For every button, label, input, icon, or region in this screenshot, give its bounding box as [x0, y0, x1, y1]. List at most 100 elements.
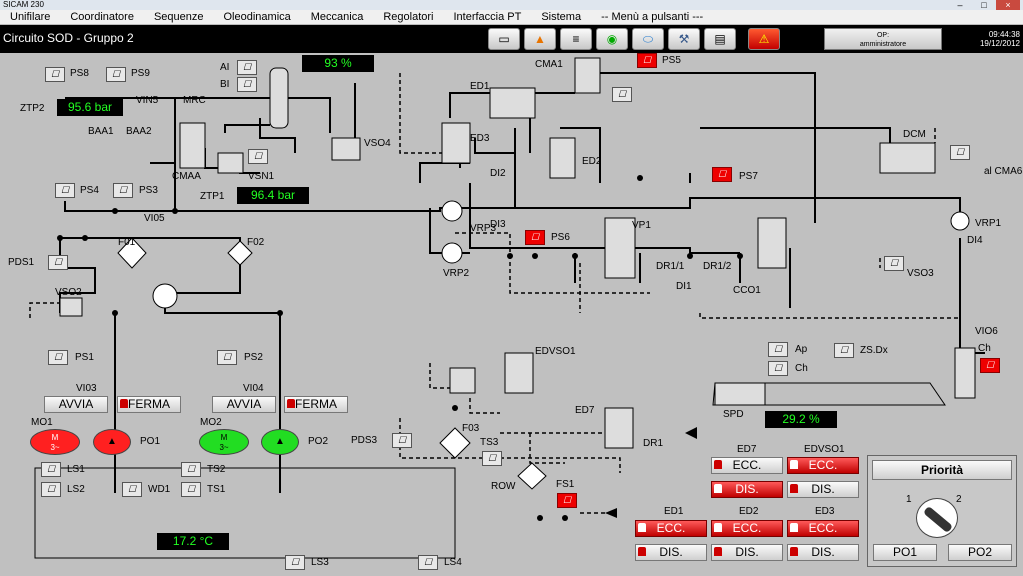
edvso1-diagram-label: EDVSO1	[535, 346, 576, 357]
cco1-label: CCO1	[733, 285, 761, 296]
maximize-icon[interactable]: □	[972, 0, 996, 10]
menu-coordinatore[interactable]: Coordinatore	[60, 10, 144, 24]
ps7-switch-icon[interactable]: ☐	[712, 167, 732, 182]
ls1-label: LS1	[67, 464, 85, 475]
vsn1-switch-icon[interactable]: ☐	[248, 149, 268, 164]
ed1-dis-button[interactable]: DIS.	[635, 544, 707, 561]
ps6-switch-icon[interactable]: ☐	[525, 230, 545, 245]
menu-sistema[interactable]: Sistema	[531, 10, 591, 24]
zs-dx-switch-icon[interactable]: ☐	[834, 343, 854, 358]
vso3-switch-icon[interactable]: ☐	[884, 256, 904, 271]
ed7-dis-button[interactable]: DIS.	[711, 481, 783, 498]
ed3-ecc-label: ECC.	[808, 521, 838, 535]
mo2-start-button[interactable]: AVVIA	[212, 396, 276, 413]
priority-po2-button[interactable]: PO2	[948, 544, 1012, 561]
report-icon[interactable]: ≡	[560, 28, 592, 50]
edvso1-ecc-button[interactable]: ECC.	[787, 457, 859, 474]
dr1-2-label: DR1/2	[703, 261, 732, 272]
menu-interfaccia-pt[interactable]: Interfaccia PT	[443, 10, 531, 24]
priority-po1-button[interactable]: PO1	[873, 544, 937, 561]
printer-icon[interactable]: ▭	[488, 28, 520, 50]
ts3-switch-icon[interactable]: ☐	[482, 451, 502, 466]
ps9-switch-icon[interactable]: ☐	[106, 67, 126, 82]
header-bar: Circuito SOD - Gruppo 2 ▭ ▲ ≡ ◉ ⬭ ⚒ ▤ ⚠ …	[0, 25, 1023, 53]
cma1-switch-icon[interactable]: ☐	[612, 87, 632, 102]
priority-title: Priorità	[872, 460, 1012, 480]
ps8-switch-icon[interactable]: ☐	[45, 67, 65, 82]
bi-switch-icon[interactable]: ☐	[237, 77, 257, 92]
mo2-3: 3~	[219, 443, 229, 452]
lock-icon	[714, 460, 722, 469]
ed3-ecc-button[interactable]: ECC.	[787, 520, 859, 537]
operator-label: OP:	[876, 32, 890, 39]
ls4-switch-icon[interactable]: ☐	[418, 555, 438, 570]
print-icon[interactable]: ▤	[704, 28, 736, 50]
ps1-switch-icon[interactable]: ☐	[48, 350, 68, 365]
mo1-stop-button[interactable]: FERMA	[117, 396, 181, 413]
ts2-switch-icon[interactable]: ☐	[181, 462, 201, 477]
ps1-label: PS1	[75, 352, 94, 363]
menu-regolatori[interactable]: Regolatori	[373, 10, 443, 24]
menu-oleodinamica[interactable]: Oleodinamica	[214, 10, 301, 24]
ls3-switch-icon[interactable]: ☐	[285, 555, 305, 570]
pds1-switch-icon[interactable]: ☐	[48, 255, 68, 270]
radar-icon[interactable]: ◉	[596, 28, 628, 50]
ztp2-display: 95.6 bar	[57, 99, 123, 116]
motor-mo1-icon[interactable]: M 3~	[30, 429, 80, 455]
mo1-start-button[interactable]: AVVIA	[44, 396, 108, 413]
priority-pos2-label: 2	[956, 494, 962, 505]
edvso1-dis-button[interactable]: DIS.	[787, 481, 859, 498]
menu-unifilare[interactable]: Unifilare	[0, 10, 60, 24]
minimize-icon[interactable]: –	[948, 0, 972, 10]
ch-switch-icon[interactable]: ☐	[980, 358, 1000, 373]
disc-icon[interactable]: ⬭	[632, 28, 664, 50]
pds3-switch-icon[interactable]: ☐	[392, 433, 412, 448]
ps8-label: PS8	[70, 68, 89, 79]
ap-switch-icon[interactable]: ☐	[768, 342, 788, 357]
ed2-ecc-button[interactable]: ECC.	[711, 520, 783, 537]
lock-icon	[790, 484, 798, 493]
menu-sequenze[interactable]: Sequenze	[144, 10, 214, 24]
operator-box[interactable]: OP: amministratore	[824, 28, 942, 50]
ps3-switch-icon[interactable]: ☐	[113, 183, 133, 198]
mo2-stop-button[interactable]: FERMA	[284, 396, 348, 413]
vrp3-label: VRP3	[470, 223, 497, 234]
motor-mo2-icon[interactable]: M 3~	[199, 429, 249, 455]
fs1-switch-icon[interactable]: ☐	[557, 493, 577, 508]
ps2-switch-icon[interactable]: ☐	[217, 350, 237, 365]
ed1-ecc-button[interactable]: ECC.	[635, 520, 707, 537]
ls2-switch-icon[interactable]: ☐	[41, 482, 61, 497]
ts1-switch-icon[interactable]: ☐	[181, 482, 201, 497]
lock-icon	[287, 399, 295, 408]
ls1-switch-icon[interactable]: ☐	[41, 462, 61, 477]
menu-pulsanti[interactable]: -- Menù a pulsanti ---	[591, 10, 713, 24]
ps5-switch-icon[interactable]: ☐	[637, 53, 657, 68]
ps5-label: PS5	[662, 55, 681, 66]
di4-label: DI4	[967, 235, 983, 246]
vi04-label: VI04	[243, 383, 264, 394]
ed1-label: ED1	[470, 81, 490, 92]
dcm-switch-icon[interactable]: ☐	[950, 145, 970, 160]
ai-switch-icon[interactable]: ☐	[237, 60, 257, 75]
ed3-dis-button[interactable]: DIS.	[787, 544, 859, 561]
ch2-switch-icon[interactable]: ☐	[768, 361, 788, 376]
pump-po1-icon[interactable]: ▲	[93, 429, 131, 455]
menu-meccanica[interactable]: Meccanica	[301, 10, 374, 24]
lock-icon	[714, 547, 722, 556]
ap-label: Ap	[795, 344, 808, 355]
ed7-ecc-button[interactable]: ECC.	[711, 457, 783, 474]
selector-switch-icon[interactable]	[916, 498, 958, 538]
ztp2-label: ZTP2	[20, 103, 45, 114]
wd1-switch-icon[interactable]: ☐	[122, 482, 142, 497]
wrench-icon[interactable]: ⚒	[668, 28, 700, 50]
warning-icon[interactable]: ▲	[524, 28, 556, 50]
ps4-switch-icon[interactable]: ☐	[55, 183, 75, 198]
alarm-icon[interactable]: ⚠	[748, 28, 780, 50]
ps4-label: PS4	[80, 185, 99, 196]
ed2-dis-button[interactable]: DIS.	[711, 544, 783, 561]
fs1-label: FS1	[556, 479, 575, 490]
pump-po2-icon[interactable]: ▲	[261, 429, 299, 455]
close-icon[interactable]: ×	[996, 0, 1020, 10]
ts2-label: TS2	[207, 464, 226, 475]
operator-user: amministratore	[859, 41, 907, 48]
